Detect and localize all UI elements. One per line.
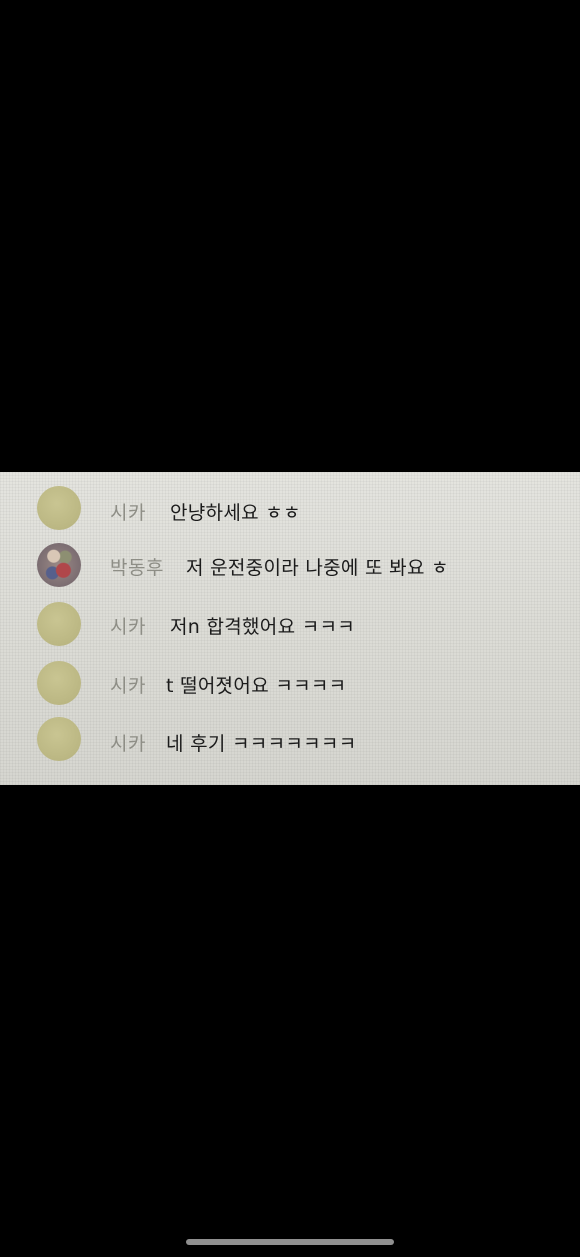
chat-message-row: 시카 t 떨어졋어요 ㅋㅋㅋㅋ [0, 656, 580, 716]
avatar-icon [37, 661, 81, 705]
avatar-icon [37, 602, 81, 646]
chat-message-row: 시카 저n 합격했어요 ㅋㅋㅋ [0, 596, 580, 656]
chat-message-row: 시카 네 후기 ㅋㅋㅋㅋㅋㅋㅋ [0, 712, 580, 772]
sender-name: 시카 [110, 733, 146, 755]
chat-message-row: 시카 안냥하세요 ㅎㅎ [0, 478, 580, 538]
message-text: 저 운전중이라 나중에 또 봐요 ㅎ [186, 557, 449, 579]
message-text: 안냥하세요 ㅎㅎ [170, 502, 301, 524]
sender-name: 박동후 [110, 557, 164, 579]
avatar-icon [37, 486, 81, 530]
sender-name: 시카 [110, 675, 146, 697]
message-text: t 떨어졋어요 ㅋㅋㅋㅋ [166, 675, 347, 697]
avatar-icon [37, 717, 81, 761]
chat-screenshot-photo: 시카 안냥하세요 ㅎㅎ 박동후 저 운전중이라 나중에 또 봐요 ㅎ 시카 저n… [0, 472, 580, 785]
sender-name: 시카 [110, 616, 146, 638]
sender-name: 시카 [110, 502, 146, 524]
message-text: 저n 합격했어요 ㅋㅋㅋ [170, 616, 356, 638]
avatar-icon [37, 543, 81, 587]
home-indicator[interactable] [186, 1239, 394, 1245]
message-text: 네 후기 ㅋㅋㅋㅋㅋㅋㅋ [166, 733, 357, 755]
screen: 시카 안냥하세요 ㅎㅎ 박동후 저 운전중이라 나중에 또 봐요 ㅎ 시카 저n… [0, 0, 580, 1257]
chat-message-row: 박동후 저 운전중이라 나중에 또 봐요 ㅎ [0, 535, 580, 595]
